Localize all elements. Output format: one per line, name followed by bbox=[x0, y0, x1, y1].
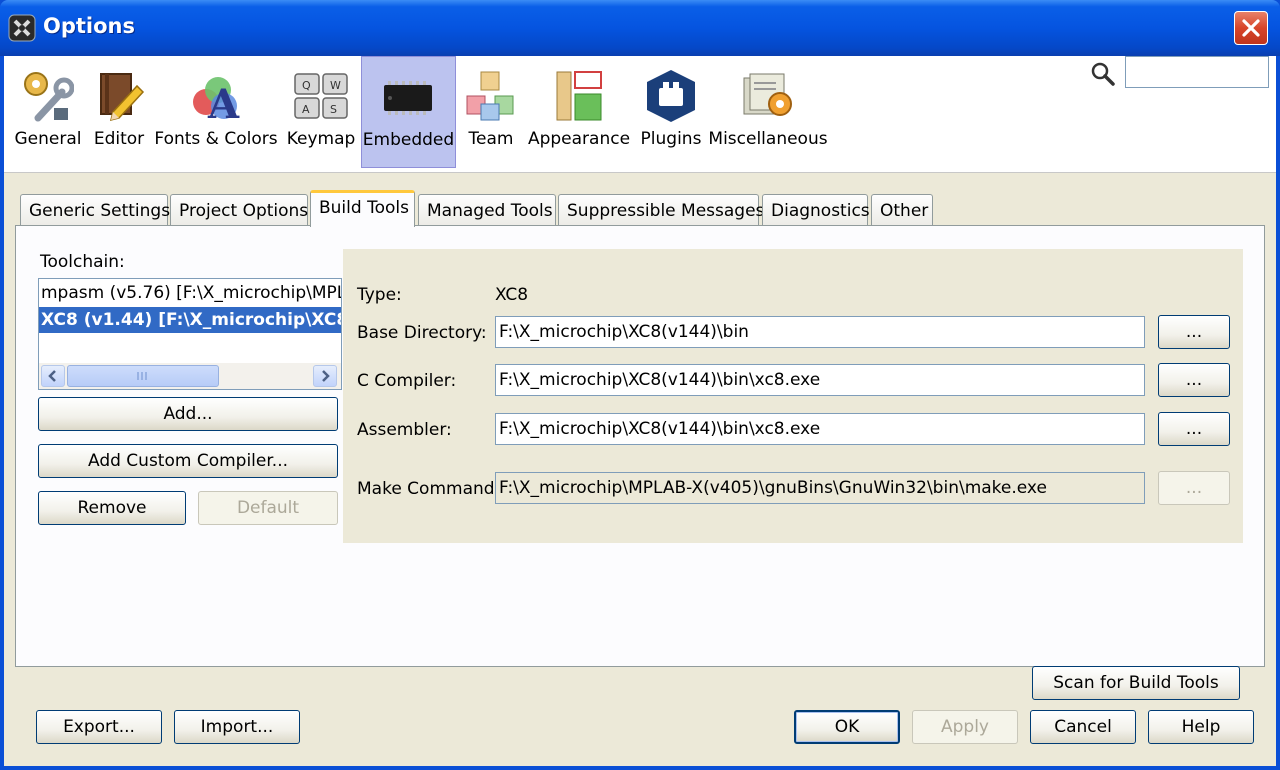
add-toolchain-button[interactable]: Add... bbox=[38, 397, 338, 431]
appearance-icon bbox=[556, 71, 602, 121]
embedded-chip-icon bbox=[384, 81, 432, 115]
keymap-icon: Q W A S bbox=[294, 73, 348, 119]
category-team[interactable]: Team bbox=[460, 56, 522, 168]
dialog-footer: Export... Import... OK Apply Cancel Help bbox=[4, 668, 1276, 766]
category-label: Embedded bbox=[362, 130, 455, 150]
toolchain-properties: Type: XC8 Base Directory: F:\X_microchip… bbox=[343, 249, 1243, 543]
arrow-left-icon bbox=[48, 370, 56, 382]
category-label: Team bbox=[468, 129, 514, 149]
browse-base-directory-button[interactable]: ... bbox=[1158, 315, 1230, 349]
apply-button[interactable]: Apply bbox=[912, 710, 1018, 744]
tab-build-tools[interactable]: Build Tools bbox=[310, 190, 415, 227]
c-compiler-field[interactable]: F:\X_microchip\XC8(v144)\bin\xc8.exe bbox=[495, 364, 1145, 396]
category-toolbar: General Editor A Fonts & Colors Q W A S … bbox=[4, 56, 1276, 173]
search-input[interactable] bbox=[1130, 59, 1264, 87]
close-icon bbox=[1242, 19, 1260, 37]
category-editor[interactable]: Editor bbox=[88, 56, 150, 168]
svg-text:A: A bbox=[207, 81, 240, 124]
fonts-colors-icon: A bbox=[193, 77, 240, 124]
category-miscellaneous[interactable]: Miscellaneous bbox=[708, 56, 828, 168]
editor-icon bbox=[100, 73, 145, 122]
search-icon bbox=[1091, 62, 1115, 86]
close-button[interactable] bbox=[1234, 11, 1268, 45]
help-button[interactable]: Help bbox=[1148, 710, 1254, 744]
scroll-left-button[interactable] bbox=[41, 365, 65, 387]
type-label: Type: bbox=[357, 285, 402, 305]
import-button[interactable]: Import... bbox=[174, 710, 300, 744]
make-command-field[interactable]: F:\X_microchip\MPLAB-X(v405)\gnuBins\Gnu… bbox=[495, 472, 1145, 504]
assembler-label: Assembler: bbox=[357, 420, 452, 440]
category-label: Miscellaneous bbox=[708, 129, 828, 149]
svg-text:S: S bbox=[330, 103, 337, 116]
build-tools-panel: Toolchain: mpasm (v5.76) [F:\X_microchip… bbox=[15, 225, 1265, 700]
remove-button[interactable]: Remove bbox=[38, 491, 186, 525]
svg-text:A: A bbox=[302, 103, 310, 116]
category-plugins[interactable]: Plugins bbox=[637, 56, 705, 168]
default-button[interactable]: Default bbox=[198, 491, 338, 525]
cancel-button[interactable]: Cancel bbox=[1030, 710, 1136, 744]
team-icon bbox=[466, 71, 514, 121]
general-icon bbox=[24, 72, 74, 122]
toolchain-item-xc8[interactable]: XC8 (v1.44) [F:\X_microchip\XC8(v144)\bi… bbox=[39, 307, 341, 333]
grip-icon bbox=[137, 372, 147, 380]
arrow-right-icon bbox=[322, 370, 330, 382]
category-label: Keymap bbox=[286, 129, 356, 149]
miscellaneous-icon bbox=[743, 73, 792, 116]
assembler-field[interactable]: F:\X_microchip\XC8(v144)\bin\xc8.exe bbox=[495, 413, 1145, 445]
toolchain-list[interactable]: mpasm (v5.76) [F:\X_microchip\MPLAB-X(v4… bbox=[38, 278, 342, 390]
window-title: Options bbox=[43, 14, 135, 38]
category-fonts-colors[interactable]: A Fonts & Colors bbox=[152, 56, 280, 168]
export-button[interactable]: Export... bbox=[36, 710, 162, 744]
tab-other[interactable]: Other bbox=[871, 194, 933, 226]
category-label: Editor bbox=[93, 129, 145, 149]
category-label: Appearance bbox=[527, 129, 631, 149]
category-general[interactable]: General bbox=[8, 56, 88, 168]
tab-managed-tools[interactable]: Managed Tools bbox=[418, 194, 556, 226]
make-command-label: Make Command: bbox=[357, 479, 501, 499]
browse-c-compiler-button[interactable]: ... bbox=[1158, 363, 1230, 397]
ok-button[interactable]: OK bbox=[794, 710, 900, 744]
scroll-thumb[interactable] bbox=[67, 365, 219, 387]
tab-suppressible-messages[interactable]: Suppressible Messages bbox=[558, 194, 764, 226]
svg-text:W: W bbox=[330, 79, 341, 92]
browse-make-command-button: ... bbox=[1158, 471, 1230, 505]
base-directory-field[interactable]: F:\X_microchip\XC8(v144)\bin bbox=[495, 316, 1145, 348]
options-window: Options General Editor A Fonts & Colors … bbox=[0, 0, 1280, 770]
netbeans-app-icon bbox=[8, 14, 36, 42]
search-box[interactable] bbox=[1125, 56, 1269, 88]
title-bar[interactable]: Options bbox=[0, 0, 1280, 56]
plugins-icon bbox=[647, 70, 695, 122]
c-compiler-label: C Compiler: bbox=[357, 371, 457, 391]
horizontal-scrollbar[interactable] bbox=[39, 363, 341, 389]
svg-text:Q: Q bbox=[302, 79, 311, 92]
tab-diagnostics[interactable]: Diagnostics bbox=[762, 194, 870, 226]
browse-assembler-button[interactable]: ... bbox=[1158, 412, 1230, 446]
scroll-right-button[interactable] bbox=[313, 365, 337, 387]
base-directory-label: Base Directory: bbox=[357, 323, 487, 343]
category-keymap[interactable]: Q W A S Keymap bbox=[283, 56, 359, 168]
category-label: Plugins bbox=[640, 129, 702, 149]
tab-project-options[interactable]: Project Options bbox=[170, 194, 308, 226]
category-appearance[interactable]: Appearance bbox=[524, 56, 634, 168]
add-custom-compiler-button[interactable]: Add Custom Compiler... bbox=[38, 444, 338, 478]
category-embedded[interactable]: Embedded bbox=[361, 56, 456, 168]
toolchain-label: Toolchain: bbox=[40, 252, 125, 272]
tab-generic-settings[interactable]: Generic Settings bbox=[20, 194, 170, 226]
toolchain-item-mpasm[interactable]: mpasm (v5.76) [F:\X_microchip\MPLAB-X(v4… bbox=[39, 280, 341, 306]
category-label: General bbox=[14, 129, 82, 149]
dialog-client-area: General Editor A Fonts & Colors Q W A S … bbox=[4, 56, 1276, 766]
type-value: XC8 bbox=[495, 285, 529, 305]
category-label: Fonts & Colors bbox=[154, 129, 278, 149]
